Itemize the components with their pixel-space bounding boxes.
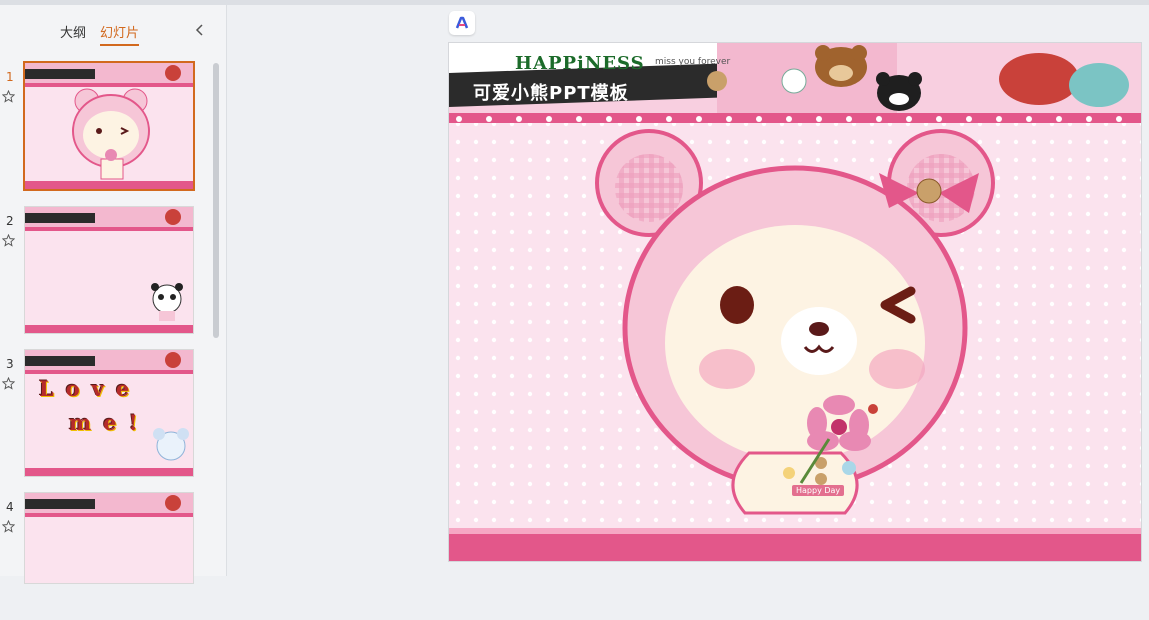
slide-thumbnail[interactable] [24,206,194,334]
panel-scrollbar[interactable] [213,63,219,338]
slide-number: 1 [6,70,14,84]
slide-thumbnail[interactable] [24,492,194,584]
slide-number: 2 [6,214,14,228]
star-outline-icon[interactable] [2,90,15,103]
slide-title[interactable]: 可爱小熊PPT模板 [473,79,629,105]
header-word: HAPPiNESS [515,53,645,74]
slide-thumbnail[interactable] [23,61,195,191]
slide-thumbnail-row-4: 4 [0,492,205,620]
slide-thumbnail-row-3: 3 Love me! [0,349,205,477]
star-outline-icon[interactable] [2,377,15,390]
tab-slides[interactable]: 幻灯片 [100,22,140,46]
slide-number: 3 [6,357,14,371]
love-text: Love [39,376,142,401]
slides-panel: 大纲 幻灯片 1 2 3 Love me! 4 [0,5,227,584]
tab-outline[interactable]: 大纲 [60,22,86,46]
star-outline-icon[interactable] [2,520,15,533]
editor-canvas: HAPPiNESS miss you forever 可爱小熊PPT模板 Hap… [227,5,1149,576]
slide-thumbnail[interactable]: Love me! [24,349,194,477]
slide-thumbnail-row-1: 1 [0,61,205,191]
panel-tabs: 大纲 幻灯片 [60,22,140,46]
header-subtitle: miss you forever [655,57,731,67]
slide-number: 4 [6,500,14,514]
me-text: me! [69,410,150,435]
star-outline-icon[interactable] [2,234,15,247]
slide-thumbnail-row-2: 2 [0,206,205,334]
happy-day-badge: Happy Day [792,485,845,496]
ai-logo-icon[interactable] [449,11,475,35]
slide-artwork [449,43,1141,561]
chevron-left-icon[interactable] [192,22,208,38]
slide-canvas[interactable]: HAPPiNESS miss you forever 可爱小熊PPT模板 Hap… [448,42,1142,562]
